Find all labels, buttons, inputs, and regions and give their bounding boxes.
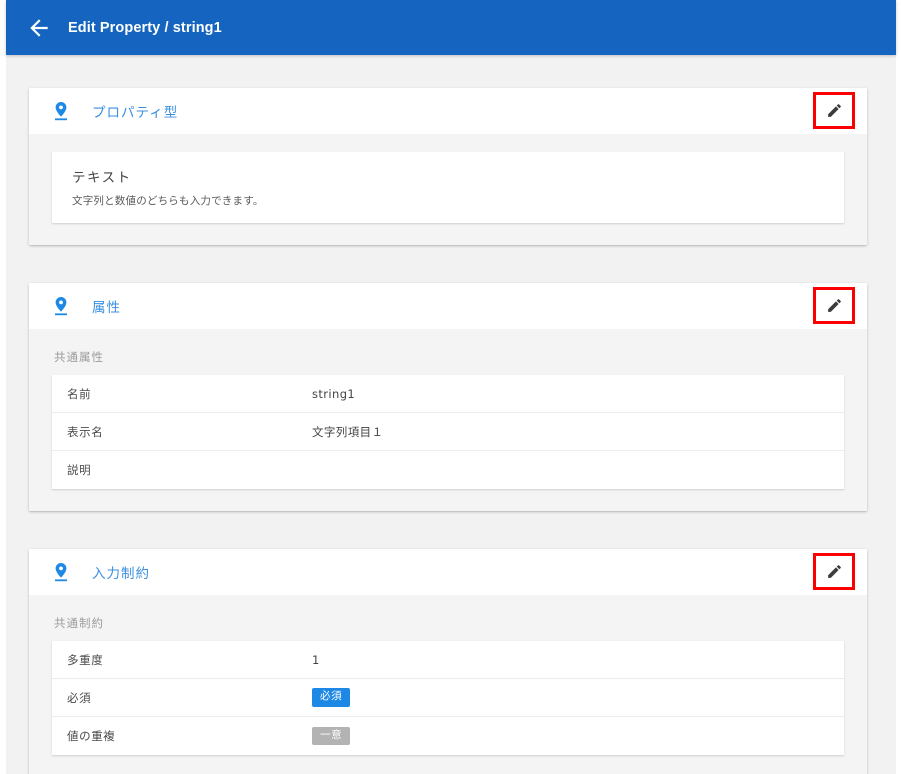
edit-button[interactable] xyxy=(813,92,855,129)
row-label: 説明 xyxy=(67,463,92,477)
card-header: 属性 xyxy=(29,283,867,329)
row-value: 1 xyxy=(312,652,320,667)
pencil-icon xyxy=(826,102,843,119)
app-root: Edit Property / string1 プロパティ型 テキスト 文字列と… xyxy=(0,0,902,774)
property-type-description: 文字列と数値のどちらも入力できます。 xyxy=(72,195,264,207)
app-bar: Edit Property / string1 xyxy=(6,0,896,55)
page-title: Edit Property / string1 xyxy=(68,19,222,36)
section-label: 共通制約 xyxy=(54,616,104,630)
pencil-icon xyxy=(826,297,843,314)
row-label: 表示名 xyxy=(67,424,104,439)
property-type-name: テキスト xyxy=(72,170,132,186)
card-header: プロパティ型 xyxy=(29,88,867,134)
card-input-constraints: 入力制約 共通制約 多重度 1 必須 必須 値の重複 一意 xyxy=(29,549,867,774)
card-property-type: プロパティ型 テキスト 文字列と数値のどちらも入力できます。 xyxy=(29,88,867,245)
card-body: 共通制約 多重度 1 必須 必須 値の重複 一意 xyxy=(29,595,867,774)
row-label: 多重度 xyxy=(67,652,104,667)
place-pin-icon xyxy=(52,295,70,317)
property-type-panel[interactable]: テキスト 文字列と数値のどちらも入力できます。 xyxy=(52,152,844,223)
place-pin-icon xyxy=(52,100,70,122)
table-row[interactable]: 表示名 文字列項目１ xyxy=(52,413,844,451)
row-label: 必須 xyxy=(67,690,92,705)
row-value: string1 xyxy=(312,386,356,401)
row-label: 値の重複 xyxy=(67,729,116,743)
edit-button[interactable] xyxy=(813,553,855,590)
pencil-icon xyxy=(826,563,843,580)
table-row[interactable]: 値の重複 一意 xyxy=(52,717,844,755)
table-row[interactable]: 多重度 1 xyxy=(52,641,844,679)
card-header: 入力制約 xyxy=(29,549,867,595)
row-value: 文字列項目１ xyxy=(312,424,384,439)
table-row[interactable]: 名前 string1 xyxy=(52,375,844,413)
back-button[interactable] xyxy=(18,7,60,49)
card-title: 入力制約 xyxy=(92,566,150,582)
card-title: 属性 xyxy=(92,300,121,316)
page-body: プロパティ型 テキスト 文字列と数値のどちらも入力できます。 属性 共通属性 名… xyxy=(6,55,896,774)
card-attributes: 属性 共通属性 名前 string1 表示名 文字列項目１ 説明 xyxy=(29,283,867,511)
table-row[interactable]: 必須 必須 xyxy=(52,679,844,717)
constraints-table: 多重度 1 必須 必須 値の重複 一意 xyxy=(52,641,844,755)
card-title: プロパティ型 xyxy=(92,105,179,121)
section-label: 共通属性 xyxy=(54,350,104,364)
place-pin-icon xyxy=(52,561,70,583)
card-body: テキスト 文字列と数値のどちらも入力できます。 xyxy=(29,134,867,245)
scroll-area[interactable]: プロパティ型 テキスト 文字列と数値のどちらも入力できます。 属性 共通属性 名… xyxy=(6,55,896,774)
attributes-table: 名前 string1 表示名 文字列項目１ 説明 xyxy=(52,375,844,489)
arrow-left-icon xyxy=(26,15,52,41)
table-row[interactable]: 説明 xyxy=(52,451,844,489)
edit-button[interactable] xyxy=(813,287,855,324)
status-badge: 一意 xyxy=(312,726,351,746)
status-badge: 必須 xyxy=(312,688,351,707)
card-body: 共通属性 名前 string1 表示名 文字列項目１ 説明 xyxy=(29,329,867,511)
row-label: 名前 xyxy=(67,386,92,401)
